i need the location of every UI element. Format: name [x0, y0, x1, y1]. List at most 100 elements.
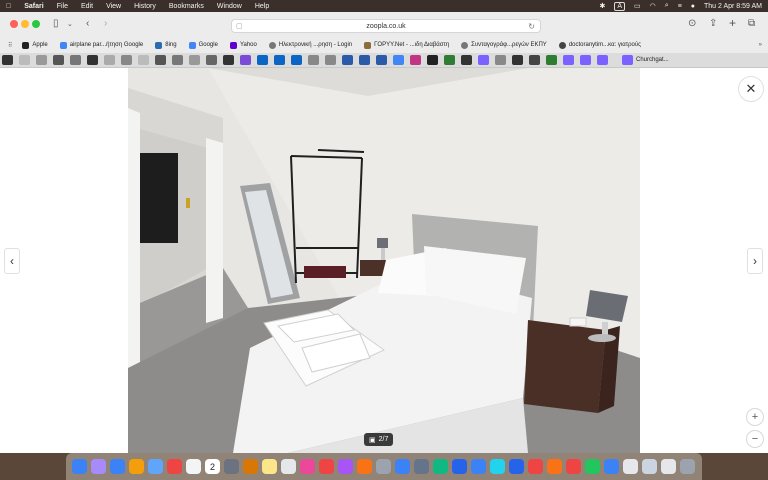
dock-app-icon-19[interactable] [414, 459, 429, 474]
minimize-window-button[interactable] [21, 20, 29, 28]
menu-help[interactable]: Help [255, 3, 269, 10]
pinned-tab-2[interactable] [19, 55, 30, 65]
bluetooth-icon[interactable]: ✱ [599, 2, 605, 10]
pinned-tab-24[interactable] [393, 55, 404, 65]
dock-app-icon-32[interactable] [661, 459, 676, 474]
menu-bookmarks[interactable]: Bookmarks [169, 3, 204, 10]
pinned-tab-16[interactable] [257, 55, 268, 65]
forward-icon[interactable]: › [104, 18, 107, 29]
property-photo[interactable] [128, 68, 640, 453]
dock-app-icon-27[interactable] [566, 459, 581, 474]
pinned-tab-4[interactable] [53, 55, 64, 65]
pinned-tab-21[interactable] [342, 55, 353, 65]
favorite-bing[interactable]: 8ing [155, 41, 177, 49]
dock-app-icon-15[interactable] [338, 459, 353, 474]
dock-app-icon-33[interactable] [680, 459, 695, 474]
tab-overview-icon[interactable]: ⧉ [748, 18, 755, 29]
dock-app-icon-21[interactable] [452, 459, 467, 474]
menu-file[interactable]: File [57, 3, 68, 10]
dock-app-icon-3[interactable] [110, 459, 125, 474]
pinned-tab-10[interactable] [155, 55, 166, 65]
chevron-down-icon[interactable]: ⌄ [67, 20, 73, 28]
dock-app-icon-16[interactable] [357, 459, 372, 474]
pinned-tab-6[interactable] [87, 55, 98, 65]
pinned-tab-29[interactable] [478, 55, 489, 65]
grid-icon[interactable]: ⠿ [8, 42, 12, 49]
pinned-tab-15[interactable] [240, 55, 251, 65]
more-favorites-icon[interactable]: » [759, 42, 762, 48]
pinned-tab-8[interactable] [121, 55, 132, 65]
favorite-login[interactable]: Ηλεκτρονική ...ρηση - Login [268, 41, 352, 49]
dock-app-icon-9[interactable] [224, 459, 239, 474]
pinned-tab-18[interactable] [291, 55, 302, 65]
pinned-tab-9[interactable] [138, 55, 149, 65]
favorite-doctoranytime[interactable]: doctoranytim...κα: γιατρούς [558, 41, 641, 49]
input-source-indicator[interactable]: A [614, 1, 626, 11]
dock-app-icon-26[interactable] [547, 459, 562, 474]
calendar-icon[interactable]: 2 [205, 459, 220, 474]
pinned-tab-35[interactable] [580, 55, 591, 65]
pinned-tab-20[interactable] [325, 55, 336, 65]
pinned-tab-28[interactable] [461, 55, 472, 65]
share-icon[interactable]: ⇪ [709, 18, 717, 29]
pinned-tab-13[interactable] [206, 55, 217, 65]
pinned-tab-22[interactable] [359, 55, 370, 65]
dock-app-icon-18[interactable] [395, 459, 410, 474]
menu-window[interactable]: Window [217, 3, 242, 10]
zoom-window-button[interactable] [32, 20, 40, 28]
sidebar-toggle-icon[interactable]: ▯ [53, 18, 59, 29]
dock-app-icon-29[interactable] [604, 459, 619, 474]
address-bar[interactable]: ▢ zoopla.co.uk ↻ [231, 19, 541, 33]
battery-icon[interactable]: ▭ [634, 2, 641, 10]
favorite-apple[interactable]: Apple [22, 41, 48, 49]
dock-app-icon-30[interactable] [623, 459, 638, 474]
dock-app-icon-7[interactable] [186, 459, 201, 474]
pinned-tab-25[interactable] [410, 55, 421, 65]
dock-app-icon-23[interactable] [490, 459, 505, 474]
dock-app-icon-17[interactable] [376, 459, 391, 474]
pinned-tab-34[interactable] [563, 55, 574, 65]
next-photo-button[interactable]: › [747, 248, 763, 274]
close-viewer-button[interactable]: ✕ [738, 76, 764, 102]
tab-churchgate[interactable]: Churchgat... [622, 55, 669, 65]
download-icon[interactable]: ⊙ [688, 18, 696, 29]
zoom-in-button[interactable]: + [746, 408, 764, 426]
dock-app-icon-1[interactable] [72, 459, 87, 474]
favorite-yahoo[interactable]: Yahoo [229, 41, 257, 49]
dock-app-icon-13[interactable] [300, 459, 315, 474]
pinned-tab-23[interactable] [376, 55, 387, 65]
apple-icon[interactable]:  [6, 3, 11, 10]
pinned-tab-33[interactable] [546, 55, 557, 65]
menu-history[interactable]: History [134, 3, 156, 10]
dock-app-icon-14[interactable] [319, 459, 334, 474]
pinned-tab-7[interactable] [104, 55, 115, 65]
dock-app-icon-25[interactable] [528, 459, 543, 474]
dock-app-icon-20[interactable] [433, 459, 448, 474]
favorite-airplane[interactable]: airplane par...ήτηση Google [59, 41, 143, 49]
close-window-button[interactable] [10, 20, 18, 28]
control-center-icon[interactable]: ≡ [678, 3, 682, 10]
search-icon[interactable]: ⌕ [665, 2, 669, 10]
favorite-google[interactable]: Google [188, 41, 218, 49]
pinned-tab-31[interactable] [512, 55, 523, 65]
dock-app-icon-4[interactable] [129, 459, 144, 474]
previous-photo-button[interactable]: ‹ [4, 248, 20, 274]
pinned-tab-11[interactable] [172, 55, 183, 65]
dock-app-icon-10[interactable] [243, 459, 258, 474]
menu-edit[interactable]: Edit [81, 3, 93, 10]
dock-app-icon-11[interactable] [262, 459, 277, 474]
favorite-prescriptions[interactable]: Συνταγογράφ...ρεγών ΕΚΠΥ [461, 41, 547, 49]
menu-view[interactable]: View [106, 3, 121, 10]
new-tab-icon[interactable]: + [729, 16, 736, 30]
url-text[interactable]: zoopla.co.uk [366, 23, 405, 30]
pinned-tab-5[interactable] [70, 55, 81, 65]
dock-app-icon-28[interactable] [585, 459, 600, 474]
dock-app-icon-24[interactable] [509, 459, 524, 474]
pinned-tab-14[interactable] [223, 55, 234, 65]
pinned-tab-3[interactable] [36, 55, 47, 65]
zoom-out-button[interactable]: − [746, 430, 764, 448]
dock-app-icon-2[interactable] [91, 459, 106, 474]
pinned-tab-1[interactable] [2, 55, 13, 65]
pinned-tab-17[interactable] [274, 55, 285, 65]
pinned-tab-19[interactable] [308, 55, 319, 65]
